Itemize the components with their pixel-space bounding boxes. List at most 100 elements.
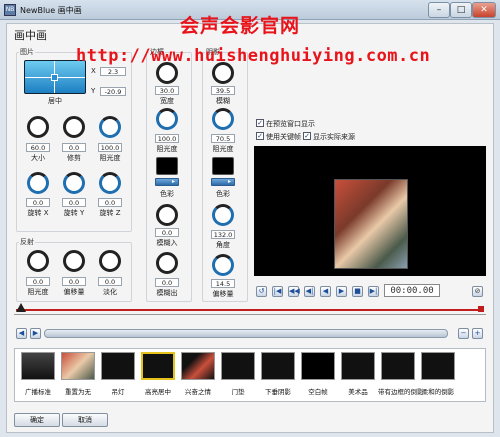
- loop-icon[interactable]: ↺: [256, 286, 267, 297]
- rotate-z-label: 旋转 Z: [99, 209, 121, 217]
- show-in-preview-checkbox[interactable]: ✓: [256, 119, 264, 127]
- preset-item[interactable]: 广播标准: [18, 352, 58, 396]
- preset-item[interactable]: 门垫: [218, 352, 258, 396]
- rotate-z-value[interactable]: 0.0: [98, 198, 122, 207]
- blur-in-value[interactable]: 0.0: [155, 228, 179, 237]
- rotate-x-knob[interactable]: [27, 172, 49, 194]
- rotate-z-knob[interactable]: [99, 172, 121, 194]
- rotate-x-value[interactable]: 0.0: [26, 198, 50, 207]
- preset-item[interactable]: 带有边框的倒影: [378, 352, 424, 396]
- position-label: 居中: [48, 97, 62, 105]
- preset-thumbnail[interactable]: [301, 352, 335, 380]
- blur-in-knob[interactable]: [156, 204, 178, 226]
- shadow-color-swatch[interactable]: [212, 157, 234, 175]
- preset-item[interactable]: 柔和的倒影: [418, 352, 458, 396]
- timeline-divider: [14, 314, 486, 315]
- shadow-angle-value[interactable]: 132.0: [211, 230, 235, 239]
- blur-out-knob[interactable]: [156, 252, 178, 274]
- shadow-blur-value[interactable]: 39.5: [211, 86, 235, 95]
- ok-button[interactable]: 确定: [14, 413, 60, 427]
- show-actual-source-checkbox[interactable]: ✓: [303, 132, 311, 140]
- settings-icon[interactable]: ⊘: [472, 286, 483, 297]
- prev-icon[interactable]: ◀: [16, 328, 27, 339]
- preset-thumbnail[interactable]: [181, 352, 215, 380]
- preset-thumbnail[interactable]: [341, 352, 375, 380]
- preset-item[interactable]: 兴奋之情: [178, 352, 218, 396]
- preset-thumbnail[interactable]: [261, 352, 295, 380]
- preview-photo: [334, 179, 408, 269]
- reflection-opacity-knob[interactable]: [27, 250, 49, 272]
- size-knob[interactable]: [27, 116, 49, 138]
- stop-icon[interactable]: ■: [352, 286, 363, 297]
- preset-thumbnail[interactable]: [21, 352, 55, 380]
- border-color-swatch[interactable]: [156, 157, 178, 175]
- next-keyframe-icon[interactable]: ▶|: [368, 286, 379, 297]
- border-opacity-value[interactable]: 100.0: [155, 134, 179, 143]
- preset-thumbnail[interactable]: [61, 352, 95, 380]
- preset-item[interactable]: 重置为无: [58, 352, 98, 396]
- reflection-offset-value[interactable]: 0.0: [62, 277, 86, 286]
- zoom-out-icon[interactable]: −: [458, 328, 469, 339]
- opacity-knob[interactable]: [99, 116, 121, 138]
- border-width-label: 宽度: [160, 97, 174, 105]
- reflection-fade-value[interactable]: 0.0: [98, 277, 122, 286]
- window-title: NewBlue 画中画: [20, 6, 82, 15]
- preset-item[interactable]: 下垂阴影: [258, 352, 298, 396]
- shadow-offset-knob[interactable]: [212, 254, 234, 276]
- border-color-label: 色彩: [160, 190, 174, 198]
- reflection-opacity-value[interactable]: 0.0: [26, 277, 50, 286]
- blur-in-label: 模糊入: [156, 239, 178, 247]
- shadow-opacity-knob[interactable]: [212, 108, 234, 130]
- step-back-icon[interactable]: ◀: [320, 286, 331, 297]
- close-button[interactable]: ✕: [472, 2, 496, 18]
- preset-thumbnail[interactable]: [221, 352, 255, 380]
- rotate-y-value[interactable]: 0.0: [62, 198, 86, 207]
- preset-item[interactable]: 美术品: [338, 352, 378, 396]
- rewind-icon[interactable]: ◀◀: [288, 286, 300, 297]
- play-icon[interactable]: ▶: [336, 286, 347, 297]
- reflection-offset-knob[interactable]: [63, 250, 85, 272]
- rotate-y-label: 旋转 Y: [63, 209, 85, 217]
- shadow-opacity-value[interactable]: 70.5: [211, 134, 235, 143]
- preset-thumbnail[interactable]: [381, 352, 415, 380]
- reflection-fade-knob[interactable]: [99, 250, 121, 272]
- use-keyframes-checkbox[interactable]: ✓: [256, 132, 264, 140]
- timeline-scrollbar[interactable]: [44, 329, 448, 338]
- border-width-value[interactable]: 30.0: [155, 86, 179, 95]
- shadow-color-picker[interactable]: ▸: [211, 178, 235, 186]
- shadow-angle-knob[interactable]: [212, 204, 234, 226]
- maximize-button[interactable]: □: [450, 2, 472, 18]
- reflection-group-label: 反射: [19, 237, 35, 247]
- size-value[interactable]: 60.0: [26, 143, 50, 152]
- preset-thumbnail[interactable]: [421, 352, 455, 380]
- timeline-start-marker[interactable]: [16, 303, 26, 312]
- next-icon[interactable]: ▶: [30, 328, 41, 339]
- reflection-offset-label: 偏移量: [63, 288, 85, 296]
- panel-title: 画中画: [14, 29, 47, 42]
- border-color-picker[interactable]: ▸: [155, 178, 179, 186]
- zoom-in-icon[interactable]: +: [472, 328, 483, 339]
- preset-item[interactable]: 高亮居中: [138, 352, 178, 396]
- rotate-y-knob[interactable]: [63, 172, 85, 194]
- preset-thumbnail[interactable]: [101, 352, 135, 380]
- shadow-opacity-label: 阻光度: [212, 145, 234, 153]
- shadow-offset-value[interactable]: 14.5: [211, 279, 235, 288]
- x-field[interactable]: 2.3: [100, 67, 126, 76]
- preset-thumbnail[interactable]: [141, 352, 175, 380]
- preset-item[interactable]: 空白帧: [298, 352, 338, 396]
- y-field[interactable]: -20.9: [100, 87, 126, 96]
- minimize-button[interactable]: –: [428, 2, 450, 18]
- position-handle[interactable]: [51, 74, 58, 81]
- crop-value[interactable]: 0.0: [62, 143, 86, 152]
- cancel-button[interactable]: 取消: [62, 413, 108, 427]
- prev-keyframe-icon[interactable]: ◀|: [304, 286, 315, 297]
- preset-label: 柔和的倒影: [421, 388, 455, 396]
- opacity-value[interactable]: 100.0: [98, 143, 122, 152]
- preset-item[interactable]: 吊灯: [98, 352, 138, 396]
- keyframe-timeline[interactable]: [16, 309, 484, 311]
- blur-out-value[interactable]: 0.0: [155, 278, 179, 287]
- go-start-icon[interactable]: |◀: [272, 286, 283, 297]
- crop-knob[interactable]: [63, 116, 85, 138]
- timeline-end-marker[interactable]: [478, 306, 484, 312]
- border-opacity-knob[interactable]: [156, 108, 178, 130]
